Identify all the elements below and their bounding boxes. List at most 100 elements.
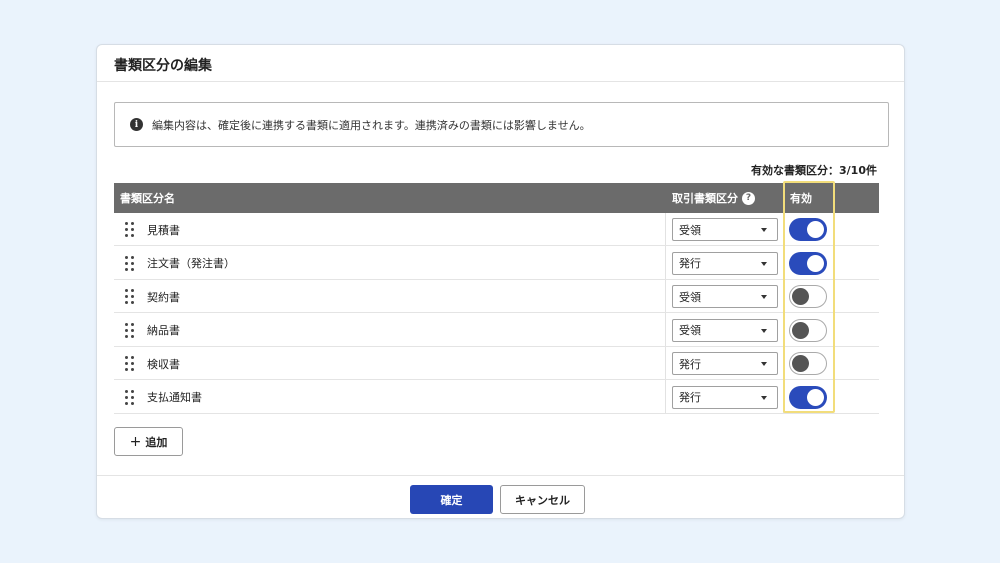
- grip-dot: [125, 267, 128, 271]
- row-name: 支払通知書: [147, 391, 202, 404]
- cancel-button[interactable]: キャンセル: [500, 485, 585, 514]
- header-type-label: 取引書類区分: [672, 192, 738, 205]
- type-select-value: 受領: [679, 223, 701, 237]
- info-text: 編集内容は、確定後に連携する書類に適用されます。連携済みの書類には影響しません。: [152, 118, 591, 132]
- grip-dot: [125, 368, 128, 371]
- grip-dot: [131, 295, 134, 298]
- type-select[interactable]: 発行: [672, 251, 778, 275]
- grip-dot: [131, 401, 134, 405]
- toggle-knob: [807, 221, 824, 238]
- drag-handle-icon[interactable]: [125, 255, 134, 271]
- grip-dot: [125, 401, 128, 405]
- confirm-button[interactable]: 確定: [410, 485, 493, 514]
- type-select-value: 受領: [679, 324, 701, 337]
- grip-dot: [131, 362, 134, 365]
- type-select[interactable]: 受領: [672, 318, 778, 342]
- caret-down-icon: [761, 261, 767, 266]
- grip-dot: [125, 322, 128, 326]
- grip-dot: [125, 234, 128, 237]
- grip-dot: [131, 289, 134, 292]
- caret-down-icon: [761, 228, 767, 232]
- grip-dot: [131, 395, 134, 399]
- row-name: 見積書: [147, 223, 180, 237]
- toggle-knob: [807, 388, 824, 406]
- grip-dot: [131, 255, 134, 259]
- add-button[interactable]: + 追加: [114, 427, 183, 456]
- table-header: 書類区分名 取引書類区分 ? 有効: [114, 183, 879, 213]
- grip-dot: [125, 295, 128, 298]
- grip-dot: [125, 255, 128, 259]
- grip-dot: [125, 395, 128, 399]
- drag-handle-icon[interactable]: [125, 289, 134, 304]
- active-toggle[interactable]: [789, 352, 827, 375]
- active-toggle[interactable]: [789, 385, 827, 409]
- help-icon[interactable]: ?: [742, 191, 755, 205]
- grip-dot: [131, 389, 134, 393]
- grip-dot: [125, 301, 128, 304]
- type-select[interactable]: 発行: [672, 385, 778, 409]
- grip-dot: [125, 362, 128, 365]
- caret-down-icon: [761, 362, 767, 366]
- grip-dot: [125, 356, 128, 359]
- header-name: 書類区分名: [120, 192, 175, 205]
- row-name: 注文書（発注書）: [147, 257, 235, 270]
- table-row: 見積書 受領: [114, 213, 879, 246]
- drag-handle-icon[interactable]: [125, 322, 134, 338]
- table-row: 検収書 発行: [114, 347, 879, 380]
- grip-dot: [125, 334, 128, 338]
- table-row: 契約書 受領: [114, 280, 879, 313]
- grip-dot: [131, 368, 134, 371]
- dialog-footer: 確定 キャンセル: [97, 475, 904, 520]
- info-icon: i: [130, 118, 143, 131]
- row-name: 検収書: [147, 357, 180, 371]
- plus-icon: +: [129, 433, 142, 450]
- add-button-label: 追加: [145, 435, 168, 449]
- info-message: i 編集内容は、確定後に連携する書類に適用されます。連携済みの書類には影響しませ…: [114, 102, 889, 147]
- type-select-value: 発行: [679, 257, 701, 270]
- dialog-title: 書類区分の編集: [97, 45, 904, 82]
- type-select[interactable]: 受領: [672, 218, 778, 241]
- grip-dot: [131, 328, 134, 332]
- caret-down-icon: [761, 328, 767, 333]
- toggle-knob: [792, 321, 809, 339]
- grip-dot: [125, 222, 128, 225]
- toggle-knob: [792, 288, 809, 305]
- table-row: 注文書（発注書） 発行: [114, 247, 879, 280]
- type-select-value: 発行: [679, 357, 701, 371]
- caret-down-icon: [761, 395, 767, 400]
- grip-dot: [125, 289, 128, 292]
- active-count: 有効な書類区分：3/10件: [751, 164, 877, 177]
- active-toggle[interactable]: [789, 218, 827, 241]
- grip-dot: [125, 328, 128, 332]
- drag-handle-icon[interactable]: [125, 356, 134, 371]
- grip-dot: [131, 222, 134, 225]
- table-row: 納品書 受領: [114, 314, 879, 347]
- grip-dot: [125, 389, 128, 393]
- table-row: 支払通知書 発行: [114, 381, 879, 414]
- type-select-value: 発行: [679, 391, 701, 404]
- row-name: 契約書: [147, 290, 180, 304]
- grip-dot: [125, 228, 128, 231]
- grip-dot: [125, 261, 128, 265]
- active-toggle[interactable]: [789, 251, 827, 275]
- active-toggle[interactable]: [789, 285, 827, 308]
- active-toggle[interactable]: [789, 318, 827, 342]
- type-select-value: 受領: [679, 290, 701, 304]
- grip-dot: [131, 261, 134, 265]
- toggle-knob: [807, 254, 824, 272]
- drag-handle-icon[interactable]: [125, 222, 134, 237]
- type-select[interactable]: 受領: [672, 285, 778, 308]
- header-type: 取引書類区分 ?: [672, 183, 755, 213]
- grip-dot: [131, 301, 134, 304]
- grip-dot: [131, 334, 134, 338]
- header-active: 有効: [790, 192, 812, 205]
- grip-dot: [131, 356, 134, 359]
- caret-down-icon: [761, 295, 767, 299]
- grip-dot: [131, 228, 134, 231]
- row-name: 納品書: [147, 324, 180, 337]
- grip-dot: [131, 234, 134, 237]
- drag-handle-icon[interactable]: [125, 389, 134, 405]
- grip-dot: [131, 322, 134, 326]
- grip-dot: [131, 267, 134, 271]
- type-select[interactable]: 発行: [672, 352, 778, 375]
